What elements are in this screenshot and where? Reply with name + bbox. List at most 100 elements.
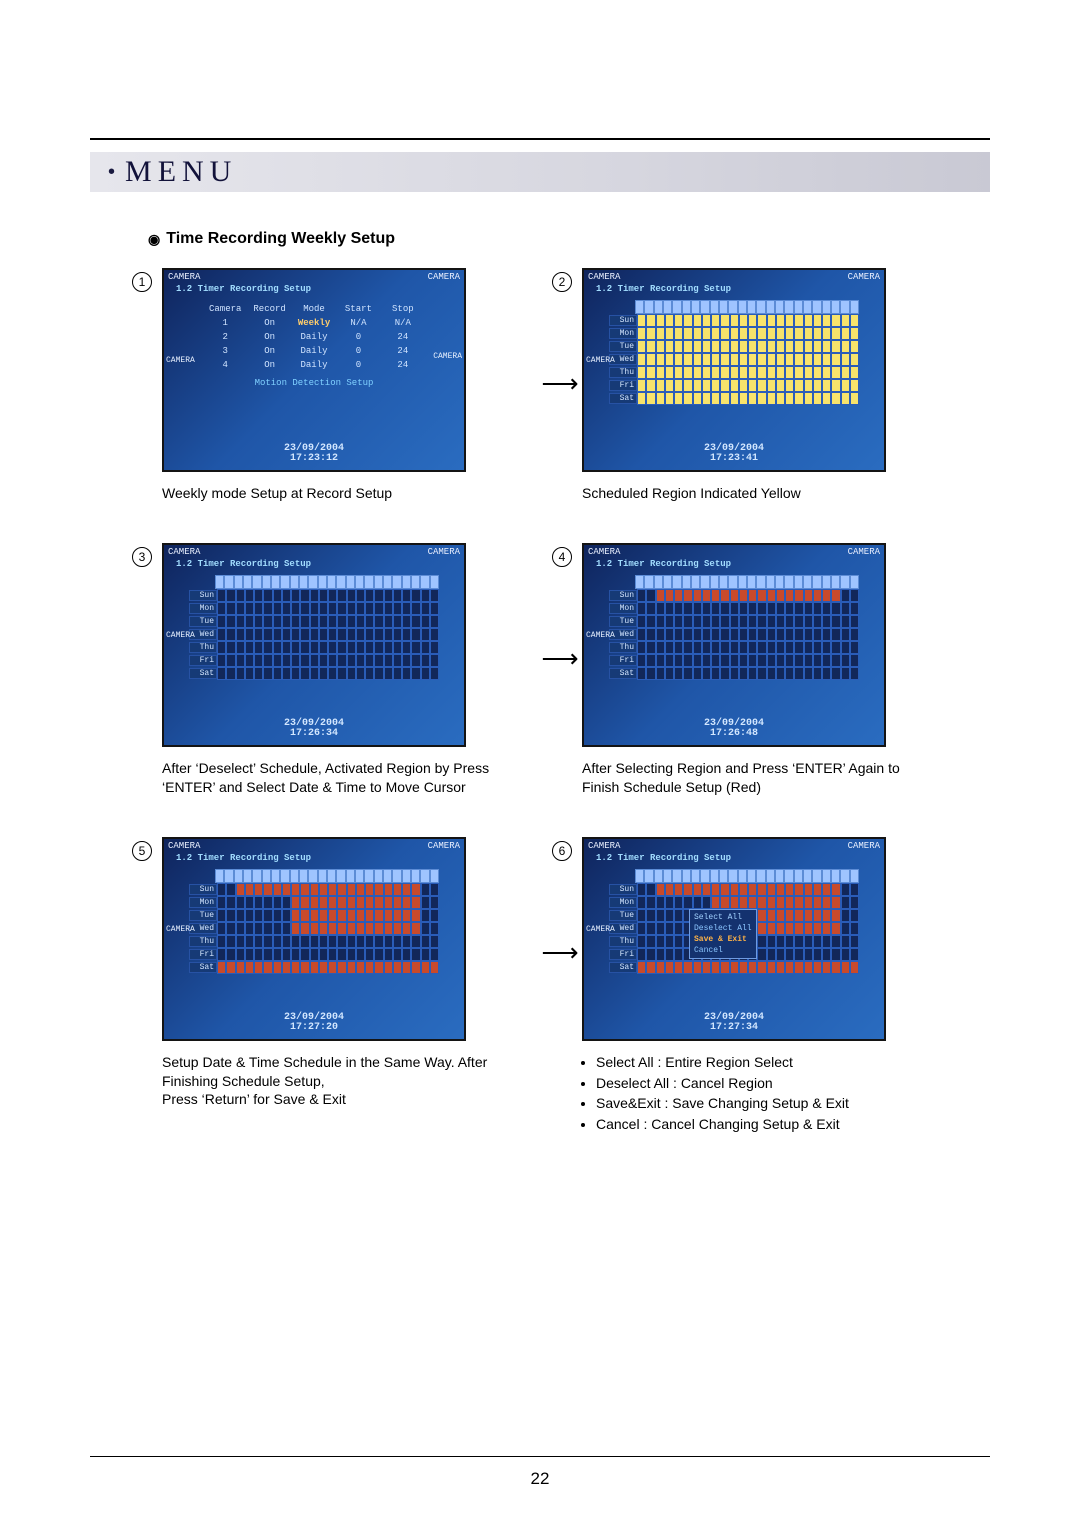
step-number-4: 4	[552, 547, 572, 567]
day-label: Thu	[189, 936, 217, 947]
td: 4	[203, 360, 247, 370]
td: 1	[203, 318, 247, 328]
step-number-1: 1	[132, 272, 152, 292]
day-label: Mon	[189, 897, 217, 908]
caption-6-item: Save&Exit : Save Changing Setup & Exit	[596, 1094, 932, 1113]
dvr-screen-5: CAMERA CAMERA 1.2 Timer Recording Setup …	[162, 837, 466, 1041]
page-number: 22	[0, 1469, 1080, 1489]
day-label: Sun	[189, 590, 217, 601]
dvr-title: 1.2 Timer Recording Setup	[584, 284, 884, 298]
document-page: • MENU ◉ Time Recording Weekly Setup ⟶ 1…	[0, 0, 1080, 1527]
td: On	[247, 346, 291, 356]
dvr-title: 1.2 Timer Recording Setup	[164, 559, 464, 573]
section-heading: ◉ Time Recording Weekly Setup	[148, 230, 990, 248]
timestamp: 23/09/2004 17:23:41	[704, 444, 764, 464]
td: Daily	[292, 332, 336, 342]
cam-label-tr: CAMERA	[848, 841, 880, 851]
row-3: ⟶ 5 CAMERA CAMERA 1.2 Timer Recording Se…	[132, 837, 990, 1137]
cam-label-tl: CAMERA	[588, 272, 620, 282]
day-label: Thu	[609, 367, 637, 378]
cam-label-tr: CAMERA	[848, 547, 880, 557]
day-label: Sat	[609, 962, 637, 973]
caption-6: Select All : Entire Region SelectDeselec…	[582, 1053, 932, 1135]
timestamp: 23/09/2004 17:27:20	[284, 1013, 344, 1033]
timestamp: 23/09/2004 17:23:12	[284, 444, 344, 464]
cam-label-tr: CAMERA	[848, 272, 880, 282]
day-label: Mon	[609, 328, 637, 339]
schedule-grid: SunMonTueWedThuFriSat	[189, 575, 439, 680]
popup-select-all: Select All	[694, 912, 752, 923]
td: 24	[381, 346, 425, 356]
popup-save-exit: Save & Exit	[694, 934, 752, 945]
col-2: 2 CAMERA CAMERA 1.2 Timer Recording Setu…	[552, 268, 932, 503]
day-label: Tue	[189, 910, 217, 921]
col-4: 4 CAMERA CAMERA 1.2 Timer Recording Setu…	[552, 543, 932, 797]
col-5: ⟶ 5 CAMERA CAMERA 1.2 Timer Recording Se…	[132, 837, 512, 1110]
day-label: Mon	[609, 603, 637, 614]
day-label: Mon	[609, 897, 637, 908]
day-label: Fri	[189, 949, 217, 960]
caption-5: Setup Date & Time Schedule in the Same W…	[162, 1053, 512, 1110]
dvr-title: 1.2 Timer Recording Setup	[164, 853, 464, 867]
td: Daily	[292, 360, 336, 370]
td: N/A	[336, 318, 380, 328]
th-camera: Camera	[203, 304, 247, 314]
schedule-grid: SunMonTueWedThuFriSat	[189, 869, 439, 974]
top-rule	[90, 138, 990, 140]
day-label: Tue	[609, 616, 637, 627]
caption-6-item: Cancel : Cancel Changing Setup & Exit	[596, 1115, 932, 1134]
schedule-grid: SunMonTueWedThuFriSat	[609, 575, 859, 680]
th-stop: Stop	[381, 304, 425, 314]
col-6: 6 CAMERA CAMERA 1.2 Timer Recording Setu…	[552, 837, 932, 1137]
day-label: Fri	[609, 655, 637, 666]
day-label: Sun	[609, 590, 637, 601]
popup-cancel: Cancel	[694, 945, 752, 956]
menu-heading-bar: • MENU	[90, 152, 990, 192]
td: On	[247, 360, 291, 370]
th-start: Start	[336, 304, 380, 314]
caption-6-list: Select All : Entire Region SelectDeselec…	[582, 1053, 932, 1135]
col-1: ⟶ 1 CAMERA CAMERA 1.2 Timer Recording Se…	[132, 268, 512, 503]
caption-2: Scheduled Region Indicated Yellow	[582, 484, 932, 503]
bullet-icon: •	[108, 162, 115, 182]
menu-heading: MENU	[125, 155, 237, 189]
td: 3	[203, 346, 247, 356]
col-3: ⟶ 3 CAMERA CAMERA 1.2 Timer Recording Se…	[132, 543, 512, 797]
dvr-screen-4: CAMERA CAMERA 1.2 Timer Recording Setup …	[582, 543, 886, 747]
td: 0	[336, 346, 380, 356]
caption-6-item: Deselect All : Cancel Region	[596, 1074, 932, 1093]
cam-label-ml: CAMERA	[586, 356, 615, 365]
td: 24	[381, 360, 425, 370]
caption-1: Weekly mode Setup at Record Setup	[162, 484, 512, 503]
popup-deselect-all: Deselect All	[694, 923, 752, 934]
section-title: Time Recording Weekly Setup	[166, 230, 395, 248]
day-label: Sun	[609, 315, 637, 326]
td-weekly: Weekly	[292, 318, 336, 328]
cam-label-tl: CAMERA	[168, 841, 200, 851]
caption-4: After Selecting Region and Press ‘ENTER’…	[582, 759, 932, 797]
day-label: Fri	[609, 380, 637, 391]
dvr-title: 1.2 Timer Recording Setup	[164, 284, 464, 298]
td: Daily	[292, 346, 336, 356]
cam-label-tr: CAMERA	[428, 272, 460, 282]
caption-3: After ‘Deselect’ Schedule, Activated Reg…	[162, 759, 512, 797]
td: On	[247, 332, 291, 342]
dvr-screen-6: CAMERA CAMERA 1.2 Timer Recording Setup …	[582, 837, 886, 1041]
cam-label-tl: CAMERA	[168, 272, 200, 282]
step-number-6: 6	[552, 841, 572, 861]
cam-label-tl: CAMERA	[588, 841, 620, 851]
day-label: Sat	[189, 668, 217, 679]
day-label: Sat	[609, 668, 637, 679]
cam-label-tl: CAMERA	[168, 547, 200, 557]
cam-label-ml: CAMERA	[166, 925, 195, 934]
day-label: Tue	[609, 910, 637, 921]
cam-label-ml: CAMERA	[586, 631, 615, 640]
td: N/A	[381, 318, 425, 328]
cam-label-mr: CAMERA	[433, 352, 462, 361]
dvr-screen-2: CAMERA CAMERA 1.2 Timer Recording Setup …	[582, 268, 886, 472]
cam-label-tr: CAMERA	[428, 547, 460, 557]
cam-label-ml: CAMERA	[166, 631, 195, 640]
day-label: Tue	[189, 616, 217, 627]
step-number-5: 5	[132, 841, 152, 861]
timestamp: 23/09/2004 17:26:48	[704, 719, 764, 739]
